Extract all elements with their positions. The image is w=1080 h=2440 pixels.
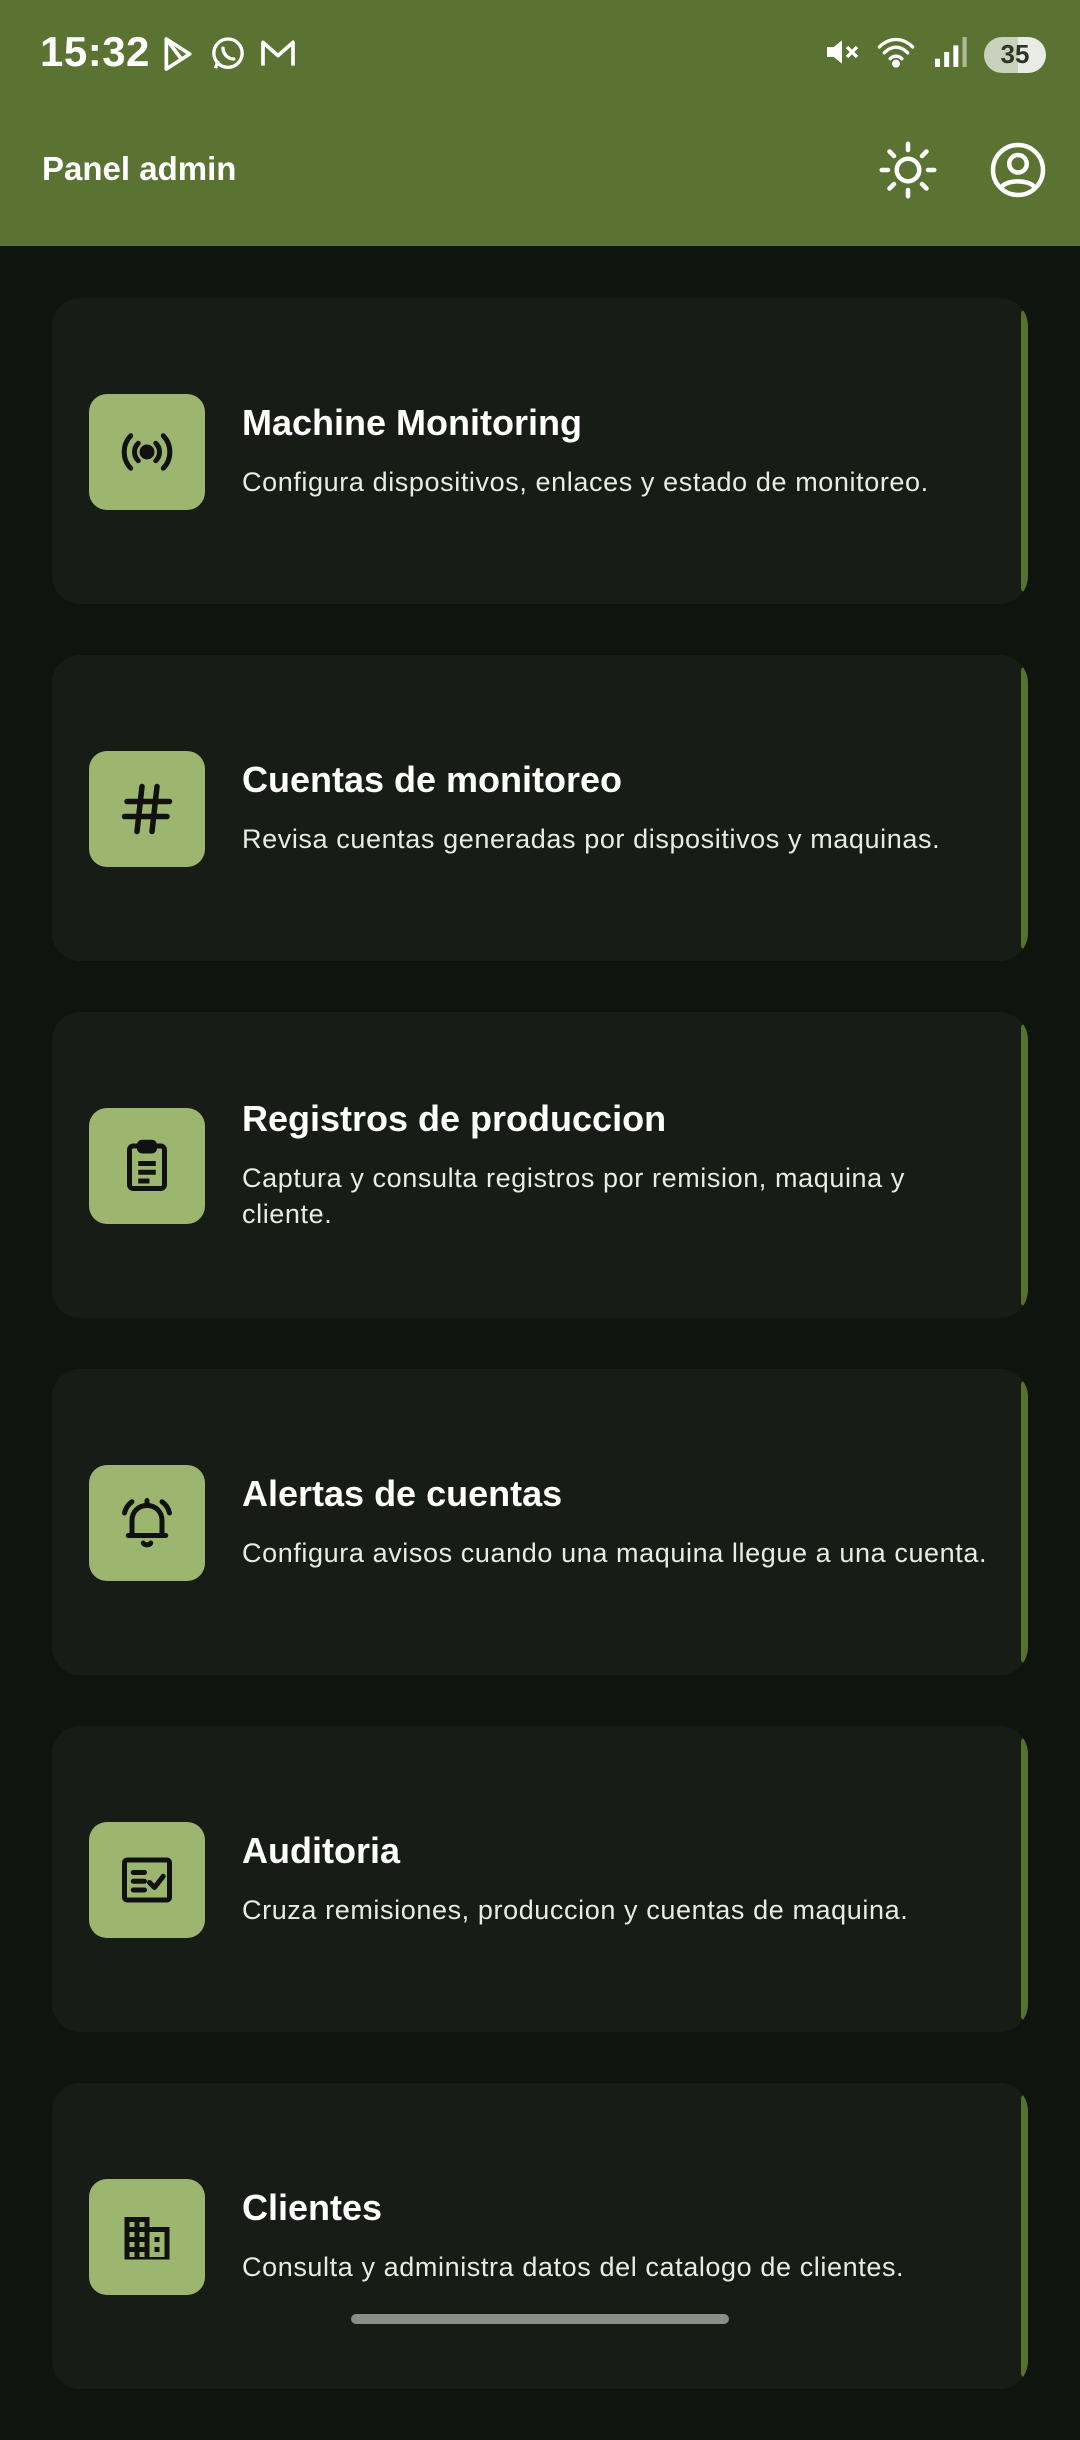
card-description: Consulta y administra datos del catalogo… — [242, 2252, 905, 2282]
card-title: Clientes — [242, 2187, 383, 2228]
theme-toggle-button[interactable] — [876, 138, 940, 202]
page-title: Panel admin — [42, 150, 237, 187]
broadcast-icon — [121, 433, 173, 471]
gmail-icon — [258, 34, 298, 79]
card-icon-tile — [89, 2179, 205, 2295]
battery-indicator: 35 — [984, 36, 1046, 73]
card-title: Cuentas de monitoreo — [242, 759, 623, 800]
wifi-icon — [876, 32, 916, 77]
signal-icon — [930, 32, 970, 77]
appbar-actions — [876, 138, 1050, 202]
card-icon-tile — [89, 1465, 205, 1581]
card-description: Captura y consulta registros por remisio… — [242, 1163, 905, 1229]
card-description: Configura avisos cuando una maquina lleg… — [242, 1538, 988, 1568]
whatsapp-icon — [208, 34, 248, 79]
card-auditoria[interactable]: Auditoria Cruza remisiones, produccion y… — [52, 1726, 1028, 2032]
status-time: 15:32 — [40, 28, 150, 75]
account-icon — [990, 142, 1046, 198]
status-bar: 15:32 35 — [0, 0, 1080, 112]
app-header: 15:32 35 Panel admin — [0, 0, 1080, 246]
card-description: Revisa cuentas generadas por dispositivo… — [242, 824, 941, 854]
card-text: Clientes Consulta y administra datos del… — [242, 2083, 998, 2389]
mute-icon — [822, 32, 862, 77]
card-icon-tile — [89, 1108, 205, 1224]
card-title: Registros de produccion — [242, 1098, 667, 1139]
account-button[interactable] — [986, 138, 1050, 202]
card-icon-tile — [89, 394, 205, 510]
card-machine-monitoring[interactable]: Machine Monitoring Configura dispositivo… — [52, 298, 1028, 604]
card-cuentas-de-monitoreo[interactable]: Cuentas de monitoreo Revisa cuentas gene… — [52, 655, 1028, 961]
card-text: Registros de produccion Captura y consul… — [242, 1012, 998, 1318]
hashtag-icon — [121, 783, 173, 835]
audit-checklist-icon — [122, 1857, 172, 1903]
card-text: Cuentas de monitoreo Revisa cuentas gene… — [242, 655, 998, 961]
card-icon-tile — [89, 751, 205, 867]
system-icons: 35 — [822, 32, 1046, 77]
notification-icons — [158, 34, 298, 79]
card-alertas-de-cuentas[interactable]: Alertas de cuentas Configura avisos cuan… — [52, 1369, 1028, 1675]
card-icon-tile — [89, 1822, 205, 1938]
bell-icon — [122, 1498, 172, 1548]
card-text: Machine Monitoring Configura dispositivo… — [242, 298, 998, 604]
building-icon — [124, 2217, 170, 2260]
sun-icon — [879, 141, 937, 199]
card-title: Machine Monitoring — [242, 402, 582, 443]
card-text: Auditoria Cruza remisiones, produccion y… — [242, 1726, 998, 2032]
card-title: Auditoria — [242, 1830, 400, 1871]
card-text: Alertas de cuentas Configura avisos cuan… — [242, 1369, 998, 1675]
admin-menu-list: Machine Monitoring Configura dispositivo… — [52, 298, 1028, 2440]
card-description: Cruza remisiones, produccion y cuentas d… — [242, 1895, 909, 1925]
home-indicator[interactable] — [351, 2314, 729, 2324]
card-title: Alertas de cuentas — [242, 1473, 563, 1514]
card-description: Configura dispositivos, enlaces y estado… — [242, 467, 929, 497]
card-clientes[interactable]: Clientes Consulta y administra datos del… — [52, 2083, 1028, 2389]
play-store-icon — [158, 34, 198, 79]
clipboard-icon — [127, 1139, 167, 1191]
card-registros-de-produccion[interactable]: Registros de produccion Captura y consul… — [52, 1012, 1028, 1318]
